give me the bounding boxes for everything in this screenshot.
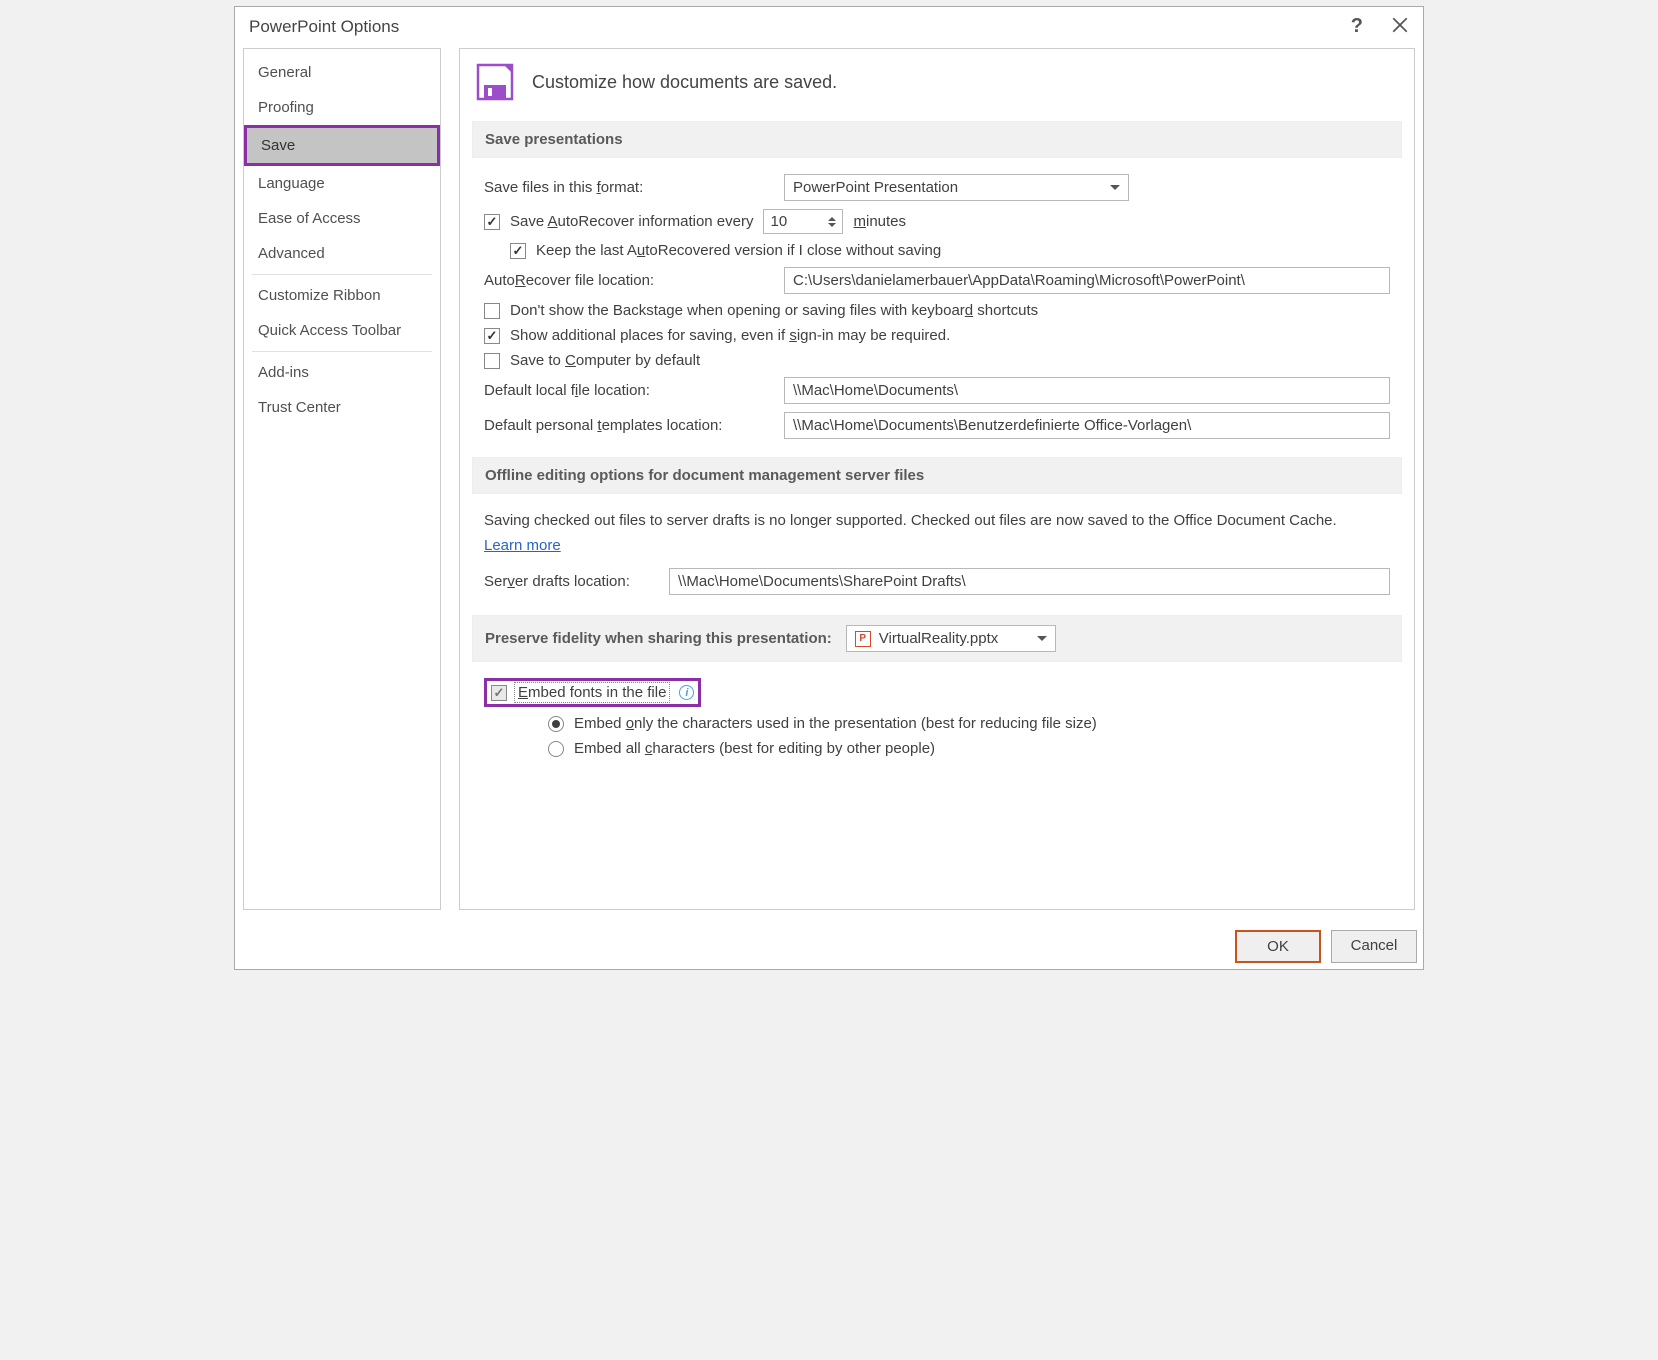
save-computer-label: Save to Computer by default <box>510 352 700 369</box>
format-select-value: PowerPoint Presentation <box>793 179 958 196</box>
additional-places-label: Show additional places for saving, even … <box>510 327 950 344</box>
section-offline-editing: Offline editing options for document man… <box>472 457 1402 494</box>
default-local-label: Default local file location: <box>484 382 774 399</box>
presentation-select-value: VirtualReality.pptx <box>879 630 1029 647</box>
sidebar-item-customize-ribbon[interactable]: Customize Ribbon <box>244 278 440 313</box>
learn-more-link[interactable]: Learn more <box>484 537 561 554</box>
sidebar-item-add-ins[interactable]: Add-ins <box>244 355 440 390</box>
info-icon[interactable]: i <box>679 685 694 700</box>
keep-last-label: Keep the last AutoRecovered version if I… <box>536 242 941 259</box>
title-controls: ? <box>1351 15 1409 38</box>
page-heading: Customize how documents are saved. <box>532 72 837 93</box>
embed-all-label: Embed all characters (best for editing b… <box>574 740 935 757</box>
dialog-title: PowerPoint Options <box>249 17 399 37</box>
embed-only-radio[interactable] <box>548 716 564 732</box>
autorecover-minutes-spinner[interactable]: 10 <box>763 209 843 234</box>
ok-button[interactable]: OK <box>1235 930 1321 963</box>
backstage-checkbox[interactable] <box>484 303 500 319</box>
chevron-down-icon <box>1037 636 1047 641</box>
titlebar: PowerPoint Options ? <box>235 7 1423 48</box>
offline-note: Saving checked out files to server draft… <box>484 510 1384 531</box>
sidebar-item-save[interactable]: Save <box>244 125 440 166</box>
backstage-label: Don't show the Backstage when opening or… <box>510 302 1038 319</box>
templates-input[interactable]: \\Mac\Home\Documents\Benutzerdefinierte … <box>784 412 1390 439</box>
close-icon[interactable] <box>1391 16 1409 38</box>
save-computer-checkbox[interactable] <box>484 353 500 369</box>
spinner-arrows-icon <box>828 217 836 227</box>
server-drafts-label: Server drafts location: <box>484 573 659 590</box>
embed-fonts-highlight: Embed fonts in the file i <box>484 678 701 707</box>
sidebar-item-proofing[interactable]: Proofing <box>244 90 440 125</box>
embed-fonts-checkbox[interactable] <box>491 685 507 701</box>
save-disk-icon <box>474 61 516 103</box>
autorecover-value: 10 <box>770 213 787 230</box>
category-sidebar: General Proofing Save Language Ease of A… <box>243 48 441 910</box>
additional-places-checkbox[interactable] <box>484 328 500 344</box>
section-preserve-fidelity: Preserve fidelity when sharing this pres… <box>472 615 1402 662</box>
section-save-presentations: Save presentations <box>472 121 1402 158</box>
powerpoint-file-icon: P <box>855 631 871 647</box>
dialog-footer: OK Cancel <box>235 918 1423 969</box>
sidebar-item-trust-center[interactable]: Trust Center <box>244 390 440 425</box>
autorecover-checkbox[interactable] <box>484 214 500 230</box>
autorecover-loc-input[interactable]: C:\Users\danielamerbauer\AppData\Roaming… <box>784 267 1390 294</box>
presentation-select[interactable]: P VirtualReality.pptx <box>846 625 1056 652</box>
embed-only-label: Embed only the characters used in the pr… <box>574 715 1097 732</box>
embed-all-radio[interactable] <box>548 741 564 757</box>
embed-fonts-label: Embed fonts in the file <box>515 683 669 702</box>
default-local-input[interactable]: \\Mac\Home\Documents\ <box>784 377 1390 404</box>
sidebar-item-general[interactable]: General <box>244 55 440 90</box>
server-drafts-input[interactable]: \\Mac\Home\Documents\SharePoint Drafts\ <box>669 568 1390 595</box>
preserve-fidelity-title: Preserve fidelity when sharing this pres… <box>485 630 832 647</box>
keep-last-checkbox[interactable] <box>510 243 526 259</box>
help-icon[interactable]: ? <box>1351 15 1363 38</box>
autorecover-label: Save AutoRecover information every <box>510 213 753 230</box>
sidebar-item-advanced[interactable]: Advanced <box>244 236 440 271</box>
content-pane: Customize how documents are saved. Save … <box>459 48 1415 910</box>
options-dialog: PowerPoint Options ? General Proofing Sa… <box>234 6 1424 970</box>
format-label: Save files in this format: <box>484 179 774 196</box>
sidebar-item-quick-access-toolbar[interactable]: Quick Access Toolbar <box>244 313 440 348</box>
autorecover-loc-label: AutoRecover file location: <box>484 272 774 289</box>
cancel-button[interactable]: Cancel <box>1331 930 1417 963</box>
sidebar-item-language[interactable]: Language <box>244 166 440 201</box>
chevron-down-icon <box>1110 185 1120 190</box>
format-select[interactable]: PowerPoint Presentation <box>784 174 1129 201</box>
minutes-label: minutes <box>853 213 906 230</box>
sidebar-item-ease-of-access[interactable]: Ease of Access <box>244 201 440 236</box>
templates-label: Default personal templates location: <box>484 417 774 434</box>
